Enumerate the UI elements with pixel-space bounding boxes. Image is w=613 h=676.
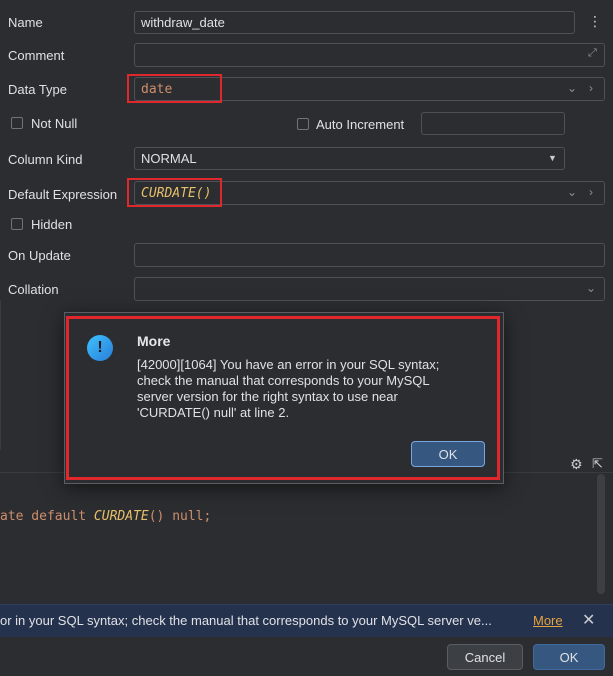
gear-icon[interactable]: ⚙ xyxy=(570,456,583,473)
chevron-right-icon[interactable]: › xyxy=(589,185,593,199)
highlight-box-dialog xyxy=(66,316,500,480)
cancel-button[interactable]: Cancel xyxy=(447,644,523,670)
panel-divider xyxy=(0,300,1,450)
data-type-label: Data Type xyxy=(8,82,68,97)
auto-increment-label: Auto Increment xyxy=(316,117,405,132)
sql-suffix: () null; xyxy=(148,509,212,524)
column-kind-select[interactable]: NORMAL xyxy=(134,147,565,170)
error-text: or in your SQL syntax; check the manual … xyxy=(0,613,492,628)
comment-input[interactable] xyxy=(134,43,605,67)
dropdown-arrow-icon[interactable]: ▼ xyxy=(548,153,557,163)
hidden-label: Hidden xyxy=(31,217,73,232)
chevron-right-icon[interactable]: › xyxy=(589,81,593,95)
name-input[interactable]: withdraw_date xyxy=(134,11,575,34)
vertical-scrollbar[interactable] xyxy=(597,474,605,594)
chevron-down-icon[interactable]: ⌄ xyxy=(567,185,577,199)
name-value: withdraw_date xyxy=(141,15,225,30)
column-kind-value: NORMAL xyxy=(141,151,197,166)
highlight-box-default-expression xyxy=(127,178,222,207)
auto-increment-checkbox[interactable] xyxy=(297,118,309,130)
name-label: Name xyxy=(8,15,43,30)
comment-label: Comment xyxy=(8,48,65,63)
open-external-icon[interactable]: ⇱ xyxy=(592,456,603,472)
not-null-checkbox[interactable] xyxy=(11,117,23,129)
error-more-link[interactable]: More xyxy=(533,613,563,628)
on-update-label: On Update xyxy=(8,248,71,263)
on-update-input[interactable] xyxy=(134,243,605,267)
more-options-icon[interactable]: ⋮ xyxy=(588,13,602,30)
auto-increment-input[interactable] xyxy=(421,112,565,135)
column-kind-label: Column Kind xyxy=(8,152,83,167)
not-null-label: Not Null xyxy=(31,116,78,131)
error-notification-bar: or in your SQL syntax; check the manual … xyxy=(0,604,613,637)
sql-function: CURDATE xyxy=(93,509,149,524)
ok-button[interactable]: OK xyxy=(533,644,605,670)
collation-select[interactable] xyxy=(134,277,605,301)
close-icon[interactable]: ✕ xyxy=(582,610,595,630)
default-expression-label: Default Expression xyxy=(8,187,118,202)
hidden-checkbox[interactable] xyxy=(11,218,23,230)
sql-preview-line: ate default CURDATE() null; xyxy=(0,509,211,524)
collation-label: Collation xyxy=(8,282,59,297)
highlight-box-data-type xyxy=(127,74,222,103)
sql-keywords: ate default xyxy=(0,509,94,524)
expand-icon[interactable]: ⤢ xyxy=(588,47,597,60)
chevron-down-icon[interactable]: ⌄ xyxy=(567,81,577,95)
chevron-down-icon[interactable]: ⌄ xyxy=(586,281,596,295)
